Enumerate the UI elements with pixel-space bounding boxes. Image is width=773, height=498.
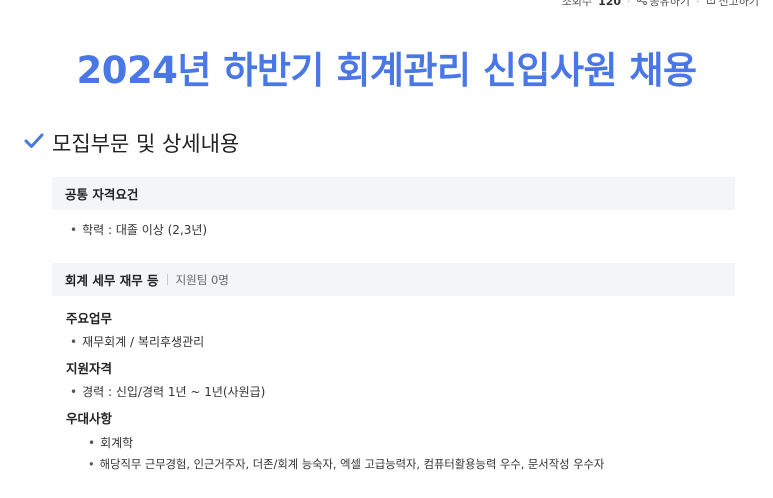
education-requirement: 학력 : 대졸 이상 (2,3년) (82, 223, 208, 237)
views-label: 조회수 (561, 0, 593, 8)
position-header: 회계 세무 재무 등 지원팀 0명 (52, 263, 735, 296)
share-button[interactable]: 공유하기 (636, 0, 691, 9)
bullet: • (70, 335, 78, 349)
list-item: • 재무회계 / 복리후생관리 (70, 333, 204, 350)
section-header: 모집부문 및 상세내용 (24, 128, 239, 158)
checkmark-icon (24, 132, 44, 154)
report-icon (706, 0, 716, 8)
share-label: 공유하기 (649, 0, 691, 8)
common-requirements-header: 공통 자격요건 (52, 177, 735, 210)
position-headcount: 지원팀 0명 (175, 272, 229, 287)
bullet: • (88, 436, 96, 450)
report-label: 신고하기 (718, 0, 759, 8)
qualification-item: 경력 : 신입/경력 1년 ~ 1년(사원급) (82, 385, 266, 399)
share-icon (636, 0, 647, 8)
page-title: 2024년 하반기 회계관리 신입사원 채용 (76, 49, 697, 92)
bullet: • (88, 458, 95, 471)
duty-item: 재무회계 / 복리후생관리 (82, 335, 205, 349)
top-meta-bar: 조회수 120 · 공유하기 · 신고하기 (562, 0, 759, 9)
qualifications-title: 지원자격 (66, 361, 113, 376)
list-item: • 회계학 (88, 434, 133, 451)
position-title: 회계 세무 재무 등 (65, 273, 159, 288)
header-divider (166, 274, 168, 285)
common-requirements-title: 공통 자격요건 (65, 187, 139, 202)
preference-item: 회계학 (100, 436, 134, 450)
list-item: • 해당직무 근무경험, 인근거주자, 더존/회계 능숙자, 엑셀 고급능력자, … (88, 456, 604, 472)
list-item: • 학력 : 대졸 이상 (2,3년) (70, 221, 207, 238)
bullet: • (70, 385, 78, 399)
preferences-title: 우대사항 (66, 411, 113, 426)
section-title: 모집부문 및 상세내용 (52, 132, 240, 156)
list-item: • 경력 : 신입/경력 1년 ~ 1년(사원급) (70, 383, 265, 400)
duties-title: 주요업무 (66, 311, 113, 326)
views-count: 120 (598, 0, 622, 8)
report-button[interactable]: 신고하기 (706, 0, 759, 9)
separator-dot: · (696, 0, 700, 8)
preference-item: 해당직무 근무경험, 인근거주자, 더존/회계 능숙자, 엑셀 고급능력자, 컴… (99, 458, 605, 471)
bullet: • (70, 223, 78, 237)
separator-dot: · (627, 0, 631, 8)
